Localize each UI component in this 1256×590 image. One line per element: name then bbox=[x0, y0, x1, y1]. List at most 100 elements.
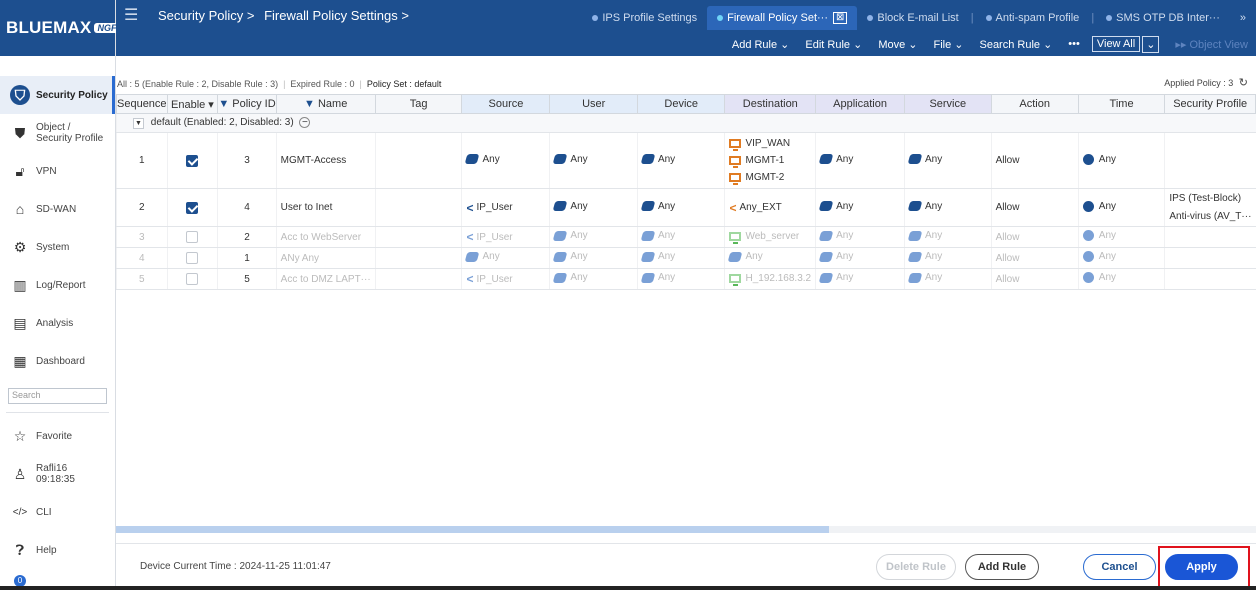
object-view-button[interactable]: ▸▸ Object View bbox=[1175, 38, 1248, 51]
home-network-icon: ⌂ bbox=[15, 201, 25, 217]
device-current-time: Device Current Time : 2024-11-25 11:01:4… bbox=[140, 561, 331, 572]
sidebar-item-vpn[interactable]: 🔓︎ VPN bbox=[0, 152, 115, 190]
table-row[interactable]: 2 4 User to Inet < IP_User Any Any < Any_E… bbox=[116, 188, 1256, 227]
code-icon: </> bbox=[12, 506, 28, 518]
enable-checkbox[interactable] bbox=[186, 154, 199, 167]
sidebar-search-input[interactable]: Search bbox=[8, 388, 107, 404]
menu-icon[interactable]: ☰ bbox=[124, 5, 138, 25]
shield-icon: ⛉ bbox=[10, 85, 30, 105]
tab-anti-spam[interactable]: Anti-spam Profile bbox=[976, 6, 1090, 30]
sidebar-item-label: System bbox=[36, 241, 70, 253]
policy-table: Sequence Enable ▾ ▼ Policy ID ▼ Name Tag… bbox=[116, 94, 1256, 290]
cell-value: H_192.168.3.2 bbox=[745, 272, 812, 284]
sidebar-item-system[interactable]: ⚙ System bbox=[0, 228, 115, 266]
applied-policy: Applied Policy : 3 ↻ bbox=[1164, 76, 1248, 89]
column-enable[interactable]: Enable ▾ bbox=[166, 94, 219, 114]
sidebar-item-label: Favorite bbox=[36, 430, 73, 442]
gear-icon: ⚙ bbox=[13, 238, 27, 255]
analysis-chart-icon: ▤ bbox=[13, 314, 27, 331]
any-object-icon bbox=[640, 230, 656, 241]
breadcrumb-item[interactable]: Security Policy > bbox=[158, 8, 254, 23]
column-user[interactable]: User bbox=[549, 94, 638, 114]
cell-value: Any bbox=[836, 200, 854, 212]
edit-rule-menu[interactable]: Edit Rule ⌄ bbox=[805, 38, 862, 51]
tab-block-email[interactable]: Block E-mail List bbox=[857, 6, 968, 30]
table-row[interactable]: 4 1 ANy Any Any Any Any Any Any Any Allo… bbox=[116, 247, 1256, 269]
sidebar-nav: ⛉ Security Policy ⛊ Object / Security Pr… bbox=[0, 56, 115, 569]
sidebar-item-help[interactable]: ❓︎ Help bbox=[0, 531, 115, 569]
tab-firewall-policy[interactable]: Firewall Policy Set··· ⊠ bbox=[707, 6, 858, 30]
delete-rule-button[interactable]: Delete Rule bbox=[876, 554, 956, 580]
collapse-icon[interactable]: − bbox=[299, 117, 311, 128]
table-row[interactable]: 1 3 MGMT-Access Any Any Any VIP_WAN MGMT… bbox=[116, 132, 1256, 189]
column-service[interactable]: Service bbox=[904, 94, 992, 114]
sidebar-item-security-policy[interactable]: ⛉ Security Policy bbox=[0, 76, 115, 114]
column-device[interactable]: Device bbox=[636, 94, 726, 114]
cancel-button[interactable]: Cancel bbox=[1083, 554, 1156, 580]
cell-value: IP_User bbox=[476, 202, 513, 213]
cell-time: Any bbox=[1077, 132, 1165, 189]
column-tag[interactable]: Tag bbox=[374, 94, 463, 114]
table-row[interactable]: 5 5 Acc to DMZ LAPT··· < IP_User Any Any … bbox=[116, 268, 1256, 290]
any-object-icon bbox=[553, 230, 568, 241]
scrollbar-thumb[interactable] bbox=[116, 526, 829, 533]
close-icon[interactable]: ⊠ bbox=[833, 12, 848, 24]
column-application[interactable]: Application bbox=[815, 94, 905, 114]
file-menu[interactable]: File ⌄ bbox=[933, 38, 963, 51]
filter-icon[interactable]: ▼ bbox=[304, 98, 315, 110]
applied-policy-count: Applied Policy : 3 bbox=[1164, 78, 1234, 88]
cell-tag bbox=[374, 132, 462, 189]
sidebar-user[interactable]: ♙ Rafli16 09:18:35 bbox=[0, 455, 115, 493]
cell-value: Any bbox=[482, 251, 500, 263]
sidebar-item-dashboard[interactable]: ▦ Dashboard bbox=[0, 342, 115, 380]
any-object-icon bbox=[818, 251, 834, 262]
column-policy-id[interactable]: ▼ Policy ID bbox=[217, 94, 277, 114]
cell-name: User to Inet bbox=[275, 188, 376, 227]
filter-icon[interactable]: ▼ bbox=[219, 98, 229, 110]
enable-checkbox[interactable] bbox=[186, 252, 199, 264]
cell-device: Any bbox=[636, 188, 725, 227]
sidebar-item-label: Dashboard bbox=[36, 355, 85, 367]
enable-checkbox[interactable] bbox=[186, 201, 199, 214]
column-destination[interactable]: Destination bbox=[724, 94, 817, 114]
enable-checkbox[interactable] bbox=[186, 231, 199, 243]
refresh-icon[interactable]: ↻ bbox=[1239, 77, 1248, 89]
cell-enable bbox=[166, 268, 218, 290]
sidebar-item-analysis[interactable]: ▤ Analysis bbox=[0, 304, 115, 342]
search-rule-menu[interactable]: Search Rule ⌄ bbox=[979, 38, 1052, 51]
sidebar-item-log-report[interactable]: ▥ Log/Report bbox=[0, 266, 115, 304]
add-rule-button[interactable]: Add Rule bbox=[965, 554, 1039, 580]
sidebar-item-object[interactable]: ⛊ Object / Security Profile bbox=[0, 114, 115, 152]
cell-value: Any bbox=[657, 200, 676, 212]
cell-time: Any bbox=[1077, 226, 1165, 248]
add-rule-menu[interactable]: Add Rule ⌄ bbox=[732, 38, 790, 51]
column-action[interactable]: Action bbox=[990, 94, 1079, 114]
summary-separator: | bbox=[359, 79, 362, 89]
column-name[interactable]: ▼ Name bbox=[275, 94, 376, 114]
move-menu[interactable]: Move ⌄ bbox=[878, 38, 917, 51]
tab-ips-profile[interactable]: IPS Profile Settings bbox=[582, 6, 707, 30]
view-all-button[interactable]: View All bbox=[1091, 36, 1141, 52]
horizontal-scrollbar[interactable] bbox=[116, 526, 1256, 533]
cell-sequence: 2 bbox=[116, 188, 168, 227]
any-object-icon bbox=[640, 251, 656, 262]
sidebar-item-sd-wan[interactable]: ⌂ SD-WAN bbox=[0, 190, 115, 228]
table-row[interactable]: 3 2 Acc to WebServer < IP_User Any Any We… bbox=[116, 226, 1256, 248]
tab-label: Anti-spam Profile bbox=[995, 12, 1080, 24]
breadcrumb-item[interactable]: Firewall Policy Settings > bbox=[264, 8, 409, 23]
column-source[interactable]: Source bbox=[461, 94, 551, 114]
chevron-down-icon[interactable]: ▼ bbox=[133, 118, 144, 129]
column-time[interactable]: Time bbox=[1077, 94, 1166, 114]
column-sequence[interactable]: Sequence bbox=[116, 94, 168, 114]
group-row[interactable]: ▼ default (Enabled: 2, Disabled: 3) − bbox=[116, 113, 1256, 133]
tab-sms-otp[interactable]: SMS OTP DB Inter··· bbox=[1096, 6, 1230, 30]
enable-checkbox[interactable] bbox=[186, 273, 199, 285]
sidebar-item-cli[interactable]: </> CLI bbox=[0, 493, 115, 531]
cell-value: Any bbox=[925, 272, 943, 284]
chevron-down-icon[interactable]: ⌄ bbox=[1142, 35, 1160, 53]
column-security-profile[interactable]: Security Profile bbox=[1164, 94, 1256, 114]
tabs-more-button[interactable]: » bbox=[1230, 6, 1256, 30]
sidebar-item-favorite[interactable]: ☆ Favorite bbox=[0, 417, 115, 455]
any-object-icon bbox=[553, 272, 568, 283]
more-options-icon[interactable]: ••• bbox=[1068, 38, 1080, 50]
